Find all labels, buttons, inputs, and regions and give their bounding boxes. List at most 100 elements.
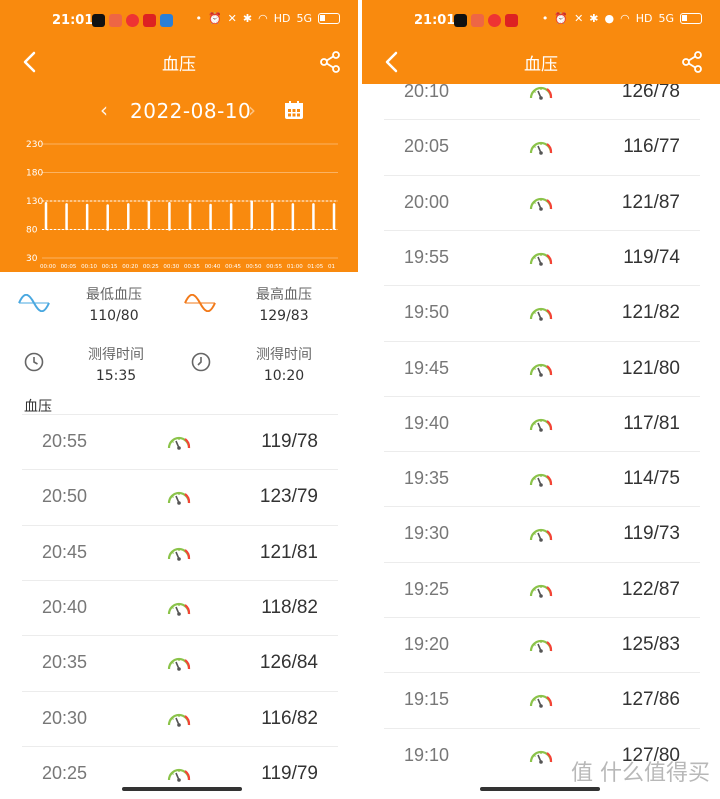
home-indicator[interactable] — [122, 787, 242, 791]
section-label: 血压 — [24, 399, 52, 415]
record-value: 117/81 — [623, 412, 680, 434]
bp-record-row[interactable]: 19:30 119/73 — [384, 506, 700, 561]
bp-record-row[interactable]: 20:50 123/79 — [22, 469, 338, 524]
x-tick-label: 00:55 — [266, 264, 282, 270]
record-value: 126/78 — [621, 81, 680, 102]
y-tick-label: 30 — [26, 254, 38, 264]
bp-record-row[interactable]: 19:35 114/75 — [384, 451, 700, 506]
bp-gauge-icon — [528, 302, 554, 322]
x-tick-label: 00:10 — [81, 264, 97, 270]
record-time: 19:40 — [404, 412, 450, 433]
home-indicator[interactable] — [480, 787, 600, 791]
record-value: 123/79 — [259, 486, 318, 508]
bp-gauge-icon — [528, 413, 554, 433]
bp-record-row[interactable]: 19:50 121/82 — [384, 285, 700, 340]
record-value: 122/87 — [621, 578, 680, 600]
app-icon — [505, 14, 518, 27]
status-bar: 21:01 • ⏰ ✕ ✱ ◠ HD 5G — [0, 0, 358, 40]
next-day-button[interactable]: › — [248, 98, 256, 122]
high-time-value: 10:20 — [263, 368, 305, 384]
bp-record-row[interactable]: 20:05 116/77 — [384, 119, 700, 174]
low-time-label: 测得时间 — [88, 347, 144, 363]
record-time: 19:20 — [404, 634, 450, 654]
record-time: 20:35 — [42, 652, 88, 673]
clock-icon — [191, 352, 211, 372]
bp-record-row[interactable]: 20:55 119/78 — [22, 414, 338, 469]
bp-record-row[interactable]: 19:25 122/87 — [384, 561, 700, 617]
bp-record-row[interactable]: 20:25 119/79 — [22, 745, 338, 799]
wifi-icon: ◠ — [620, 12, 630, 25]
app-icon — [160, 14, 173, 27]
bp-record-row[interactable]: 19:15 127/86 — [384, 672, 700, 727]
calendar-icon[interactable] — [284, 100, 304, 120]
bp-gauge-icon — [528, 468, 554, 488]
x-tick-label: 00:40 — [205, 264, 221, 270]
mute-icon: ✕ — [227, 12, 237, 25]
low-bp-label: 最低血压 — [86, 287, 142, 303]
status-bar: 21:01 • ⏰ ✕ ✱ ● ◠ HD 5G — [362, 0, 720, 40]
system-icons: • ⏰ ✕ ✱ ● ◠ HD 5G — [542, 12, 702, 25]
alarm-icon: ⏰ — [554, 12, 569, 25]
bp-gauge-icon — [528, 689, 554, 709]
prev-day-button[interactable]: ‹ — [100, 98, 108, 122]
signal-icon: 5G — [658, 12, 674, 25]
bp-chart: 230 180 130 80 3000:00 00:05 00:10 00:15 00:20 00… — [26, 140, 338, 270]
record-value: 121/87 — [621, 191, 680, 213]
hd-icon: HD — [273, 12, 291, 25]
bp-gauge-icon — [528, 136, 554, 156]
bp-gauge-icon — [166, 486, 192, 506]
high-time-stat: 测得时间 10:20 — [256, 344, 312, 384]
bp-record-row[interactable]: 19:20 125/83 — [384, 617, 700, 672]
record-value: 126/84 — [259, 652, 318, 674]
page-title: 血压 — [162, 55, 196, 75]
x-tick-label: 00:05 — [61, 264, 77, 270]
x-tick-label: 00:50 — [246, 264, 262, 270]
bp-record-row[interactable]: 19:55 119/74 — [384, 229, 700, 285]
hd-icon: HD — [635, 12, 653, 25]
bp-record-row[interactable]: 20:00 121/87 — [384, 174, 700, 230]
record-time: 19:25 — [404, 578, 450, 599]
share-icon[interactable] — [680, 50, 704, 74]
wifi-icon: ◠ — [258, 12, 268, 25]
notification-icons — [92, 14, 173, 27]
bp-record-row[interactable]: 20:45 121/81 — [22, 524, 338, 580]
tiktok-icon — [92, 14, 105, 27]
battery-icon — [680, 13, 702, 24]
nav-bar: 血压 — [362, 40, 720, 84]
record-time: 20:10 — [404, 81, 450, 101]
record-value: 119/74 — [623, 246, 680, 268]
record-value: 119/79 — [261, 762, 318, 784]
record-time: 20:00 — [404, 191, 450, 212]
y-tick-label: 130 — [26, 197, 43, 207]
bp-gauge-icon — [528, 634, 554, 654]
record-time: 19:15 — [404, 689, 450, 710]
low-bp-value: 110/80 — [89, 308, 139, 324]
record-value: 121/81 — [259, 541, 318, 563]
record-value: 114/75 — [623, 468, 680, 490]
bp-gauge-icon — [166, 597, 192, 617]
app-icon — [471, 14, 484, 27]
nav-bar: 血压 — [0, 40, 358, 84]
bp-record-row[interactable]: 19:40 117/81 — [384, 395, 700, 451]
x-tick-label: 01:00 — [287, 264, 303, 270]
x-tick-label: 00:00 — [40, 264, 56, 270]
record-time: 20:45 — [42, 541, 88, 562]
bp-gauge-icon — [528, 579, 554, 599]
bp-record-row[interactable]: 20:40 118/82 — [22, 579, 338, 635]
record-time: 19:30 — [404, 523, 450, 544]
right-screen: 20:10 126/78 20:05 116/77 20:00 121/87 19:55 11… — [362, 0, 720, 799]
bp-record-row[interactable]: 20:30 116/82 — [22, 690, 338, 746]
y-tick-label: 180 — [26, 169, 43, 179]
high-bp-value: 129/83 — [259, 308, 309, 324]
x-tick-label: 00:25 — [143, 264, 159, 270]
bp-record-row[interactable]: 19:45 121/80 — [384, 340, 700, 396]
bp-gauge-icon — [528, 745, 554, 765]
low-time-stat: 测得时间 15:35 — [88, 344, 144, 384]
share-icon[interactable] — [318, 50, 342, 74]
bp-gauge-icon — [528, 81, 554, 101]
weibo-icon — [488, 14, 501, 27]
bp-record-row[interactable]: 20:35 126/84 — [22, 635, 338, 690]
record-time: 19:35 — [404, 468, 450, 489]
dot-icon: • — [195, 12, 202, 25]
bp-gauge-icon — [166, 542, 192, 562]
